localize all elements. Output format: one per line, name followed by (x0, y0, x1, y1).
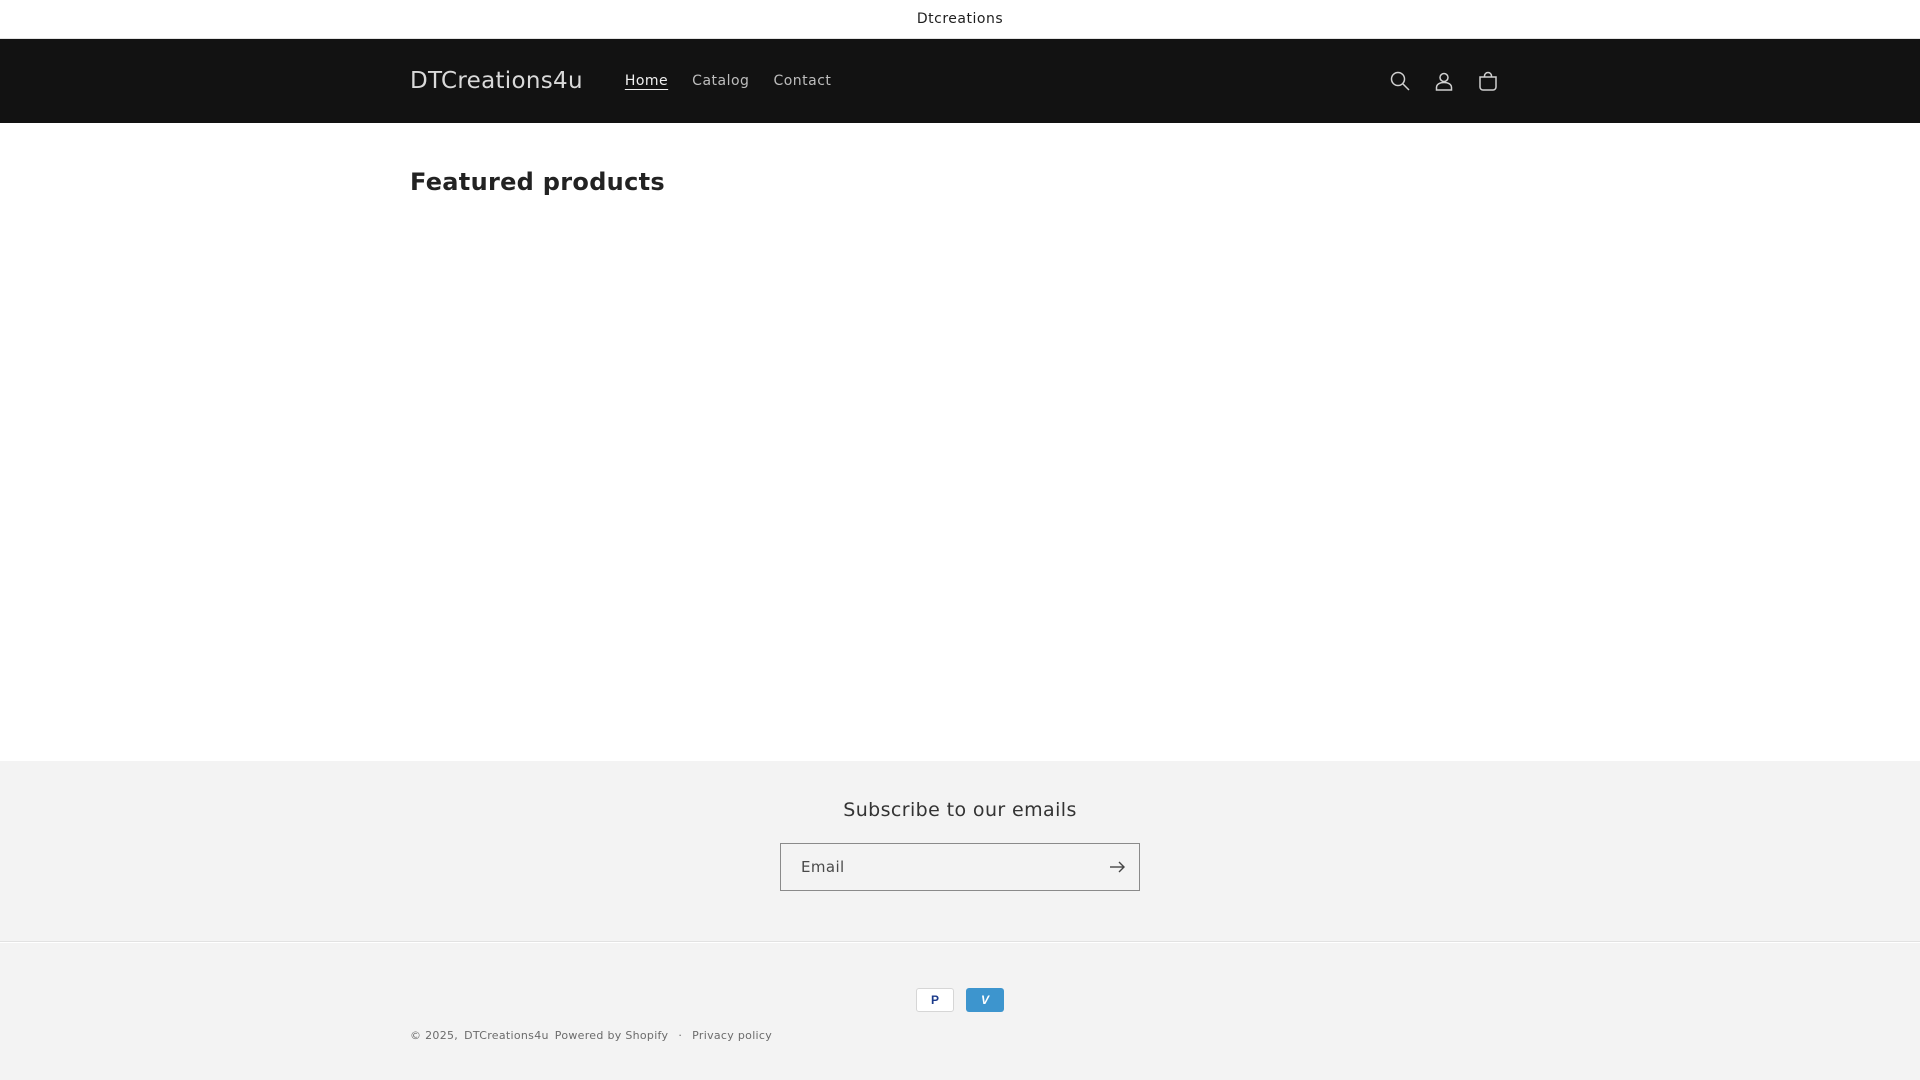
header-icons (1378, 59, 1510, 103)
account-icon[interactable] (1422, 59, 1466, 103)
header-inner: DTCreations4u Home Catalog Contact (410, 39, 1510, 123)
newsletter-heading: Subscribe to our emails (843, 799, 1077, 821)
nav-catalog[interactable]: Catalog (680, 67, 761, 95)
arrow-right-icon (1110, 861, 1125, 873)
paypal-icon: P (916, 988, 954, 1012)
nav-contact[interactable]: Contact (761, 67, 843, 95)
venmo-icon: V (966, 988, 1004, 1012)
nav-home[interactable]: Home (613, 67, 680, 95)
payment-icons: P V (916, 988, 1004, 1012)
cart-icon[interactable] (1466, 59, 1510, 103)
search-icon[interactable] (1378, 59, 1422, 103)
newsletter-section: Subscribe to our emails (0, 761, 1920, 942)
site-footer: P V © 2025, DTCreations4u Powered by Sho… (0, 943, 1920, 1080)
email-form (780, 843, 1140, 891)
privacy-policy-link[interactable]: Privacy policy (692, 1029, 772, 1042)
powered-by-link[interactable]: Powered by Shopify (555, 1029, 669, 1042)
copyright: © 2025, DTCreations4u Powered by Shopify… (410, 1029, 772, 1042)
store-logo[interactable]: DTCreations4u (410, 68, 583, 94)
email-input[interactable] (781, 844, 1095, 890)
featured-products-title: Featured products (410, 168, 665, 196)
store-link[interactable]: DTCreations4u (464, 1029, 549, 1042)
separator: · (678, 1029, 683, 1042)
announcement-text: Dtcreations (916, 11, 1004, 27)
announcement-bar: Dtcreations (0, 0, 1920, 39)
subscribe-button[interactable] (1095, 844, 1139, 890)
site-header: DTCreations4u Home Catalog Contact (0, 39, 1920, 123)
copyright-prefix: © 2025, (410, 1029, 459, 1042)
main-nav: Home Catalog Contact (613, 67, 844, 95)
